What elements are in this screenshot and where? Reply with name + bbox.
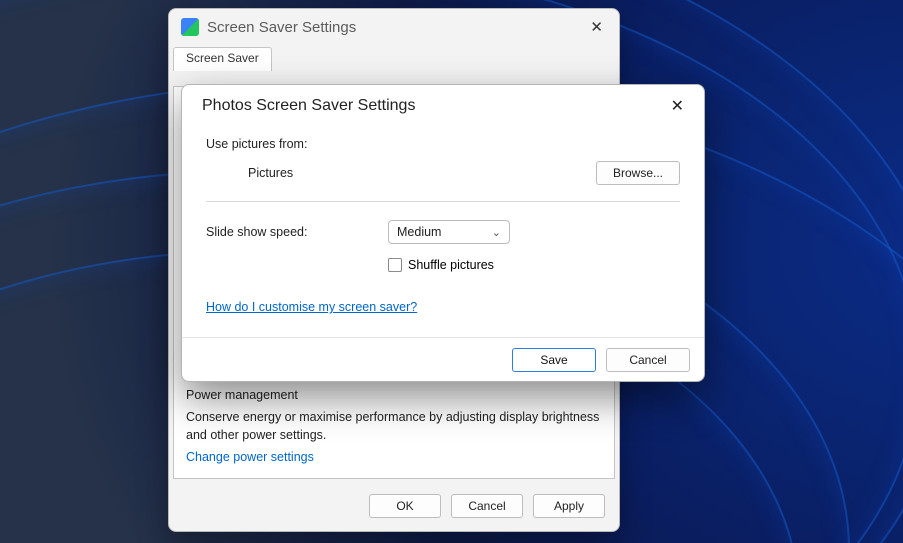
photos-screen-saver-settings-dialog: Photos Screen Saver Settings ✕ Use pictu… [181,84,705,382]
save-button[interactable]: Save [512,348,596,372]
help-row: How do I customise my screen saver? [206,298,680,316]
ok-button[interactable]: OK [369,494,441,518]
use-pictures-row: Use pictures from: [206,137,680,151]
divider [206,201,680,202]
close-icon[interactable]: ✕ [663,92,692,120]
dialog-button-bar: OK Cancel Apply [169,481,619,531]
titlebar[interactable]: Screen Saver Settings ✕ [169,9,619,45]
dialog-title: Photos Screen Saver Settings [202,97,663,115]
pictures-folder-value: Pictures [248,166,293,180]
browse-button[interactable]: Browse... [596,161,680,185]
use-pictures-label: Use pictures from: [206,137,307,151]
tab-screen-saver[interactable]: Screen Saver [173,47,272,71]
slide-show-speed-label: Slide show speed: [206,225,388,239]
dialog-body: Use pictures from: Pictures Browse... Sl… [182,127,704,316]
shuffle-pictures-checkbox[interactable] [388,258,402,272]
shuffle-pictures-label: Shuffle pictures [408,258,494,272]
app-icon [181,18,199,36]
window-title: Screen Saver Settings [207,19,580,36]
tab-strip: Screen Saver [169,47,619,71]
slide-show-speed-row: Slide show speed: Medium ⌄ [206,220,680,244]
titlebar[interactable]: Photos Screen Saver Settings ✕ [182,85,704,127]
slide-show-speed-select[interactable]: Medium ⌄ [388,220,510,244]
power-management-text: Conserve energy or maximise performance … [186,408,602,444]
power-management-section: Power management Conserve energy or maxi… [186,388,602,466]
tab-label: Screen Saver [186,51,259,65]
slide-show-speed-value: Medium [397,225,441,239]
chevron-down-icon: ⌄ [492,226,501,239]
cancel-button[interactable]: Cancel [606,348,690,372]
change-power-settings-link[interactable]: Change power settings [186,450,314,464]
shuffle-pictures-row: Shuffle pictures [388,258,680,272]
pictures-folder-row: Pictures Browse... [206,161,680,185]
power-management-label: Power management [186,388,602,402]
dialog-button-bar: Save Cancel [182,337,704,381]
close-icon[interactable]: ✕ [580,18,613,36]
cancel-button[interactable]: Cancel [451,494,523,518]
customise-screen-saver-help-link[interactable]: How do I customise my screen saver? [206,300,417,314]
apply-button[interactable]: Apply [533,494,605,518]
